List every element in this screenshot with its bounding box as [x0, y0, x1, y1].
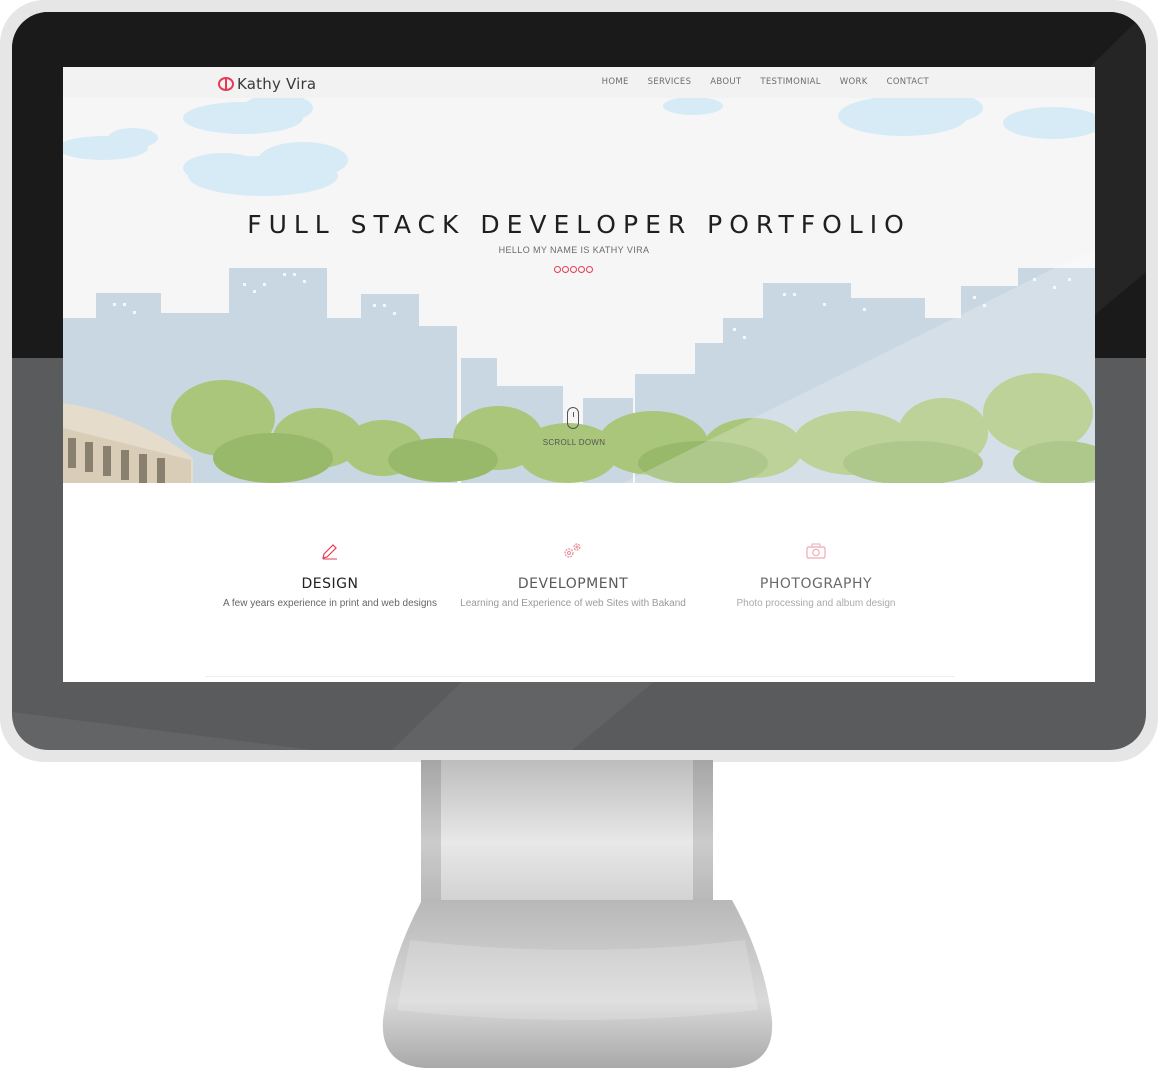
- nav-about[interactable]: ABOUT: [710, 77, 741, 87]
- mouse-scroll-icon[interactable]: [567, 407, 579, 429]
- top-navigation: Kathy Vira HOME SERVICES ABOUT TESTIMONI…: [63, 67, 1095, 98]
- service-description: A few years experience in print and web …: [222, 598, 437, 609]
- scroll-down-link[interactable]: SCROLL DOWN: [63, 438, 1085, 447]
- browser-screen: Kathy Vira HOME SERVICES ABOUT TESTIMONI…: [63, 67, 1095, 682]
- hero-title: FULL STACK DEVELOPER PORTFOLIO: [247, 210, 911, 239]
- service-title: DEVELOPMENT: [517, 576, 629, 592]
- service-development: DEVELOPMENT Learning and Experience of w…: [448, 541, 698, 609]
- city-skyline-illustration: [63, 98, 1095, 483]
- service-photography: PHOTOGRAPHY Photo processing and album d…: [691, 541, 941, 609]
- service-design: DESIGN A few years experience in print a…: [205, 541, 455, 609]
- nav-services[interactable]: SERVICES: [648, 77, 692, 87]
- decorative-dots: [554, 266, 594, 273]
- pencil-icon: [322, 544, 337, 560]
- logo-icon: [218, 77, 234, 91]
- site-logo[interactable]: Kathy Vira: [218, 75, 316, 93]
- nav-home[interactable]: HOME: [602, 77, 629, 87]
- hero-section: FULL STACK DEVELOPER PORTFOLIO HELLO MY …: [63, 98, 1095, 483]
- logo-text: Kathy Vira: [237, 75, 317, 93]
- services-section: DESIGN A few years experience in print a…: [63, 483, 1095, 682]
- nav-contact[interactable]: CONTACT: [887, 77, 929, 87]
- nav-work[interactable]: WORK: [840, 77, 868, 87]
- service-title: PHOTOGRAPHY: [759, 576, 873, 592]
- nav-menu: HOME SERVICES ABOUT TESTIMONIAL WORK CON…: [583, 77, 929, 87]
- hero-subtitle: HELLO MY NAME IS KATHY VIRA: [498, 245, 650, 255]
- monitor-stand-neck: [421, 760, 713, 910]
- camera-icon: [806, 543, 826, 559]
- service-title: DESIGN: [301, 576, 359, 592]
- nav-testimonial[interactable]: TESTIMONIAL: [760, 77, 820, 87]
- service-description: Photo processing and album design: [736, 598, 896, 609]
- section-divider: [205, 676, 955, 677]
- gears-icon: [564, 543, 581, 558]
- service-description: Learning and Experience of web Sites wit…: [460, 598, 686, 609]
- monitor-stand-base: [382, 900, 773, 1068]
